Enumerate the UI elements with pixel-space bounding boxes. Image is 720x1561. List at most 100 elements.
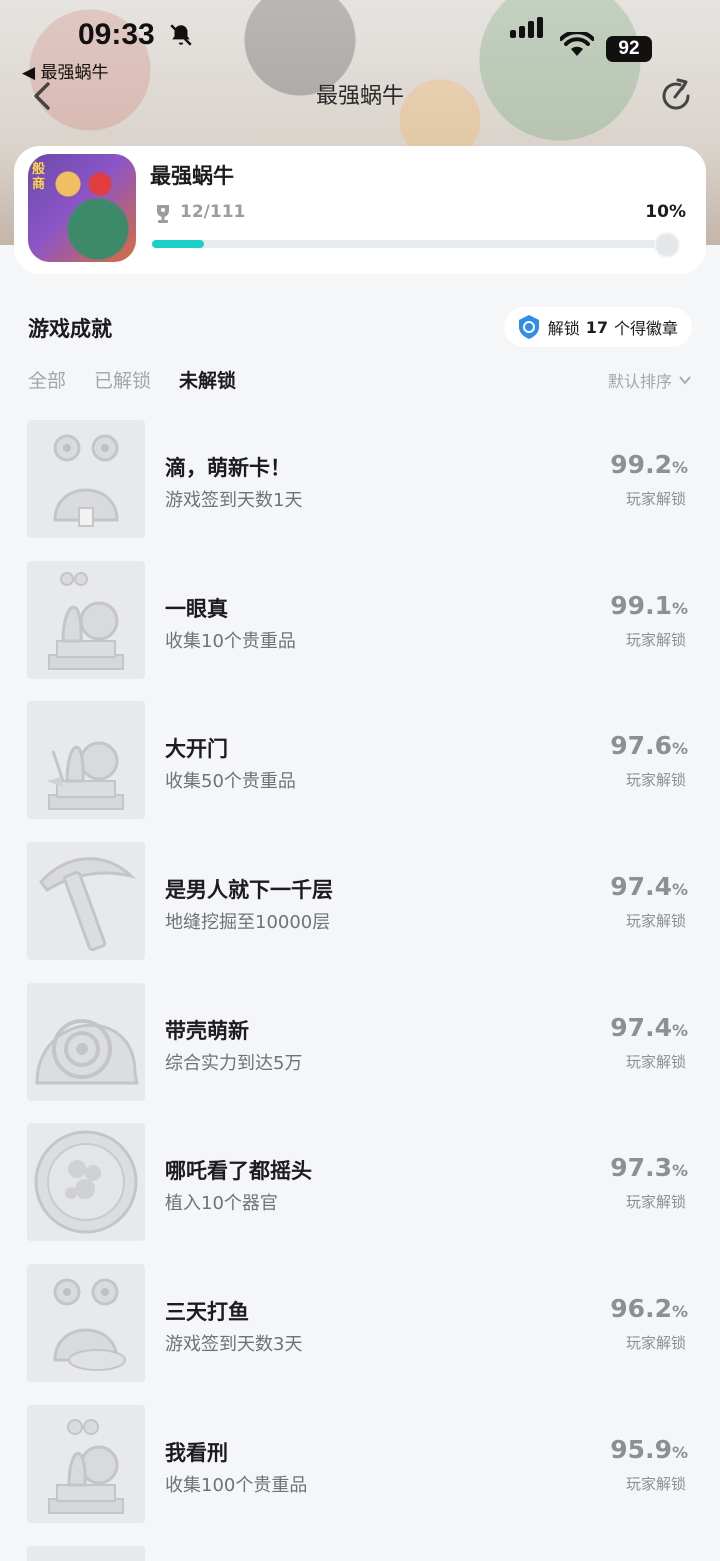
sort-dropdown[interactable]: 默认排序 <box>608 368 692 392</box>
achievement-rate-number: 97.4 <box>610 1012 672 1042</box>
achievement-thumb <box>27 1264 145 1383</box>
achievement-title: 哪吒看了都摇头 <box>165 1159 312 1184</box>
achievement-row[interactable]: 哪吒看了都摇头 植入10个器官 97.3% 玩家解锁 <box>0 1123 720 1264</box>
achievement-rate-label: 玩家解锁 <box>625 1334 686 1353</box>
battery-indicator: 92 <box>606 36 652 62</box>
achievement-rate-unit: % <box>671 458 688 477</box>
tab-all[interactable]: 全部 <box>28 366 66 393</box>
achievement-rate-number: 97.3 <box>610 1153 672 1183</box>
badge-prefix: 解锁 <box>547 319 580 338</box>
achievement-rate-label: 玩家解锁 <box>625 630 686 649</box>
achievement-thumb <box>27 701 145 820</box>
snail-statue-icon <box>48 571 124 670</box>
achievement-title: 一眼真 <box>165 596 228 621</box>
game-icon-tag: 般商 <box>32 162 46 192</box>
achievement-rate-unit: % <box>671 598 688 618</box>
badge-unlock-pill[interactable]: 解锁 17 个得徽章 <box>503 307 692 347</box>
filter-tabs: 全部 已解锁 未解锁 <box>28 366 236 393</box>
snail-angry-statue-icon <box>48 1418 124 1514</box>
achievement-rate: 97.4% <box>610 872 688 901</box>
snail-statue-shovel-icon <box>47 741 124 811</box>
game-name: 最强蜗牛 <box>150 164 234 188</box>
achievement-desc: 收集100个贵重品 <box>165 1474 308 1496</box>
achievement-row[interactable]: 三天打鱼游戏签到天数3天 96.2% 玩家解锁 <box>0 1264 720 1405</box>
progress-percent: 10% <box>645 202 686 222</box>
achievement-rate-label: 玩家解锁 <box>625 771 686 790</box>
achievement-desc: 地缝挖掘至10000层 <box>165 912 331 934</box>
pickaxe-icon <box>39 857 136 952</box>
achievement-list: 滴，萌新卡！ 游戏签到天数1天 99.2% 玩家解锁 一眼真 收集10个贵重品 99.1% 玩… <box>0 420 720 1546</box>
achievement-title: 带壳萌新 <box>165 1018 249 1043</box>
achievement-row[interactable]: 是男人就下一千层 地缝挖掘至10000层 97.4% 玩家解锁 <box>0 842 720 983</box>
achievement-desc: 收集50个贵重品 <box>165 771 296 793</box>
snail-shell-icon <box>35 1018 139 1085</box>
achievement-title: 滴，萌新卡！ <box>165 456 291 480</box>
achievement-title: 大开门 <box>165 737 228 762</box>
bell-off-icon <box>170 24 192 46</box>
section-title: 游戏成就 <box>28 317 112 341</box>
achievement-row[interactable]: 一眼真收集10个贵重品 99.1% 玩家解锁 <box>0 560 720 702</box>
achievement-rate: 99.1% <box>610 591 688 620</box>
share-icon[interactable] <box>656 76 696 116</box>
page-title: 最强蜗牛 <box>315 84 404 109</box>
achievement-title: 三天打鱼 <box>165 1300 249 1325</box>
achievement-rate-number: 99.1 <box>610 590 672 620</box>
achievement-rate-number: 97.4 <box>610 872 672 902</box>
achievement-rate: 96.2% <box>610 1294 688 1323</box>
achievement-rate-unit: % <box>671 1302 688 1322</box>
achievement-rate-unit: % <box>671 739 688 759</box>
achievement-desc: 收集10个贵重品 <box>165 630 296 652</box>
badge-count: 17 <box>585 317 608 337</box>
achievement-rate-label: 玩家解锁 <box>625 490 686 508</box>
achievement-thumb <box>27 420 145 538</box>
achievement-rate-unit: % <box>671 1020 688 1040</box>
badge-shield-icon <box>518 315 539 339</box>
achievement-rate-number: 96.2 <box>610 1294 672 1324</box>
tab-locked[interactable]: 未解锁 <box>179 366 236 393</box>
achievement-rate-unit: % <box>671 1442 688 1462</box>
achievement-rate-number: 95.9 <box>610 1434 672 1464</box>
game-icon: 般商 <box>28 154 136 262</box>
achievement-desc: 游戏签到天数3天 <box>165 1334 303 1356</box>
organ-plate-icon <box>34 1130 138 1234</box>
achievement-desc: 游戏签到天数1天 <box>165 490 303 511</box>
chevron-down-icon <box>679 376 691 385</box>
achievement-rate: 95.9% <box>610 1435 688 1464</box>
achievement-thumb-partial <box>27 1546 145 1561</box>
achievement-rate: 97.3% <box>610 1153 688 1182</box>
achievement-rate-label: 玩家解锁 <box>625 912 686 931</box>
achievement-row[interactable]: 滴，萌新卡！ 游戏签到天数1天 99.2% 玩家解锁 <box>0 420 720 561</box>
achievement-row[interactable]: 我看刑收集100个贵重品 95.9% 玩家解锁 <box>0 1404 720 1546</box>
sort-label: 默认排序 <box>607 372 672 391</box>
trophy-count: 12/111 <box>180 202 246 222</box>
snail-card-icon <box>53 434 119 527</box>
achievement-rate-number: 99.2 <box>610 450 672 479</box>
achievement-rate: 99.2% <box>610 450 688 479</box>
status-bar: 09:33 92 <box>0 0 720 62</box>
tab-unlocked[interactable]: 已解锁 <box>94 366 151 393</box>
achievement-thumb <box>27 560 145 679</box>
status-time: 09:33 <box>78 18 155 51</box>
game-summary-card[interactable]: 般商 最强蜗牛 12/111 10% <box>14 146 706 274</box>
achievement-row[interactable]: 大开门 收集50个贵重品 97.6% 玩家解锁 <box>0 701 720 842</box>
nav-bar: 最强蜗牛 <box>0 72 720 118</box>
achievement-title: 是男人就下一千层 <box>165 878 333 903</box>
achievement-rate-label: 玩家解锁 <box>625 1052 686 1071</box>
achievement-thumb <box>27 1123 145 1242</box>
progress-fill <box>152 240 204 248</box>
achievement-rate-label: 玩家解锁 <box>625 1474 686 1493</box>
achievement-title: 我看刑 <box>165 1440 228 1465</box>
achievement-desc: 综合实力到达5万 <box>165 1052 303 1074</box>
achievement-rate-unit: % <box>671 1161 688 1181</box>
progress-end-badge <box>654 232 680 258</box>
badge-suffix: 个得徽章 <box>613 319 678 338</box>
achievement-thumb <box>27 1404 145 1523</box>
achievement-desc: 植入10个器官 <box>165 1193 278 1215</box>
trophy-icon <box>157 205 169 223</box>
achievement-thumb <box>27 842 145 961</box>
achievement-rate-label: 玩家解锁 <box>625 1193 686 1212</box>
wifi-icon <box>560 32 594 56</box>
snail-fish-icon <box>53 1278 126 1372</box>
achievement-thumb <box>27 982 145 1101</box>
achievement-row[interactable]: 带壳萌新综合实力到达5万 97.4% 玩家解锁 <box>0 982 720 1124</box>
